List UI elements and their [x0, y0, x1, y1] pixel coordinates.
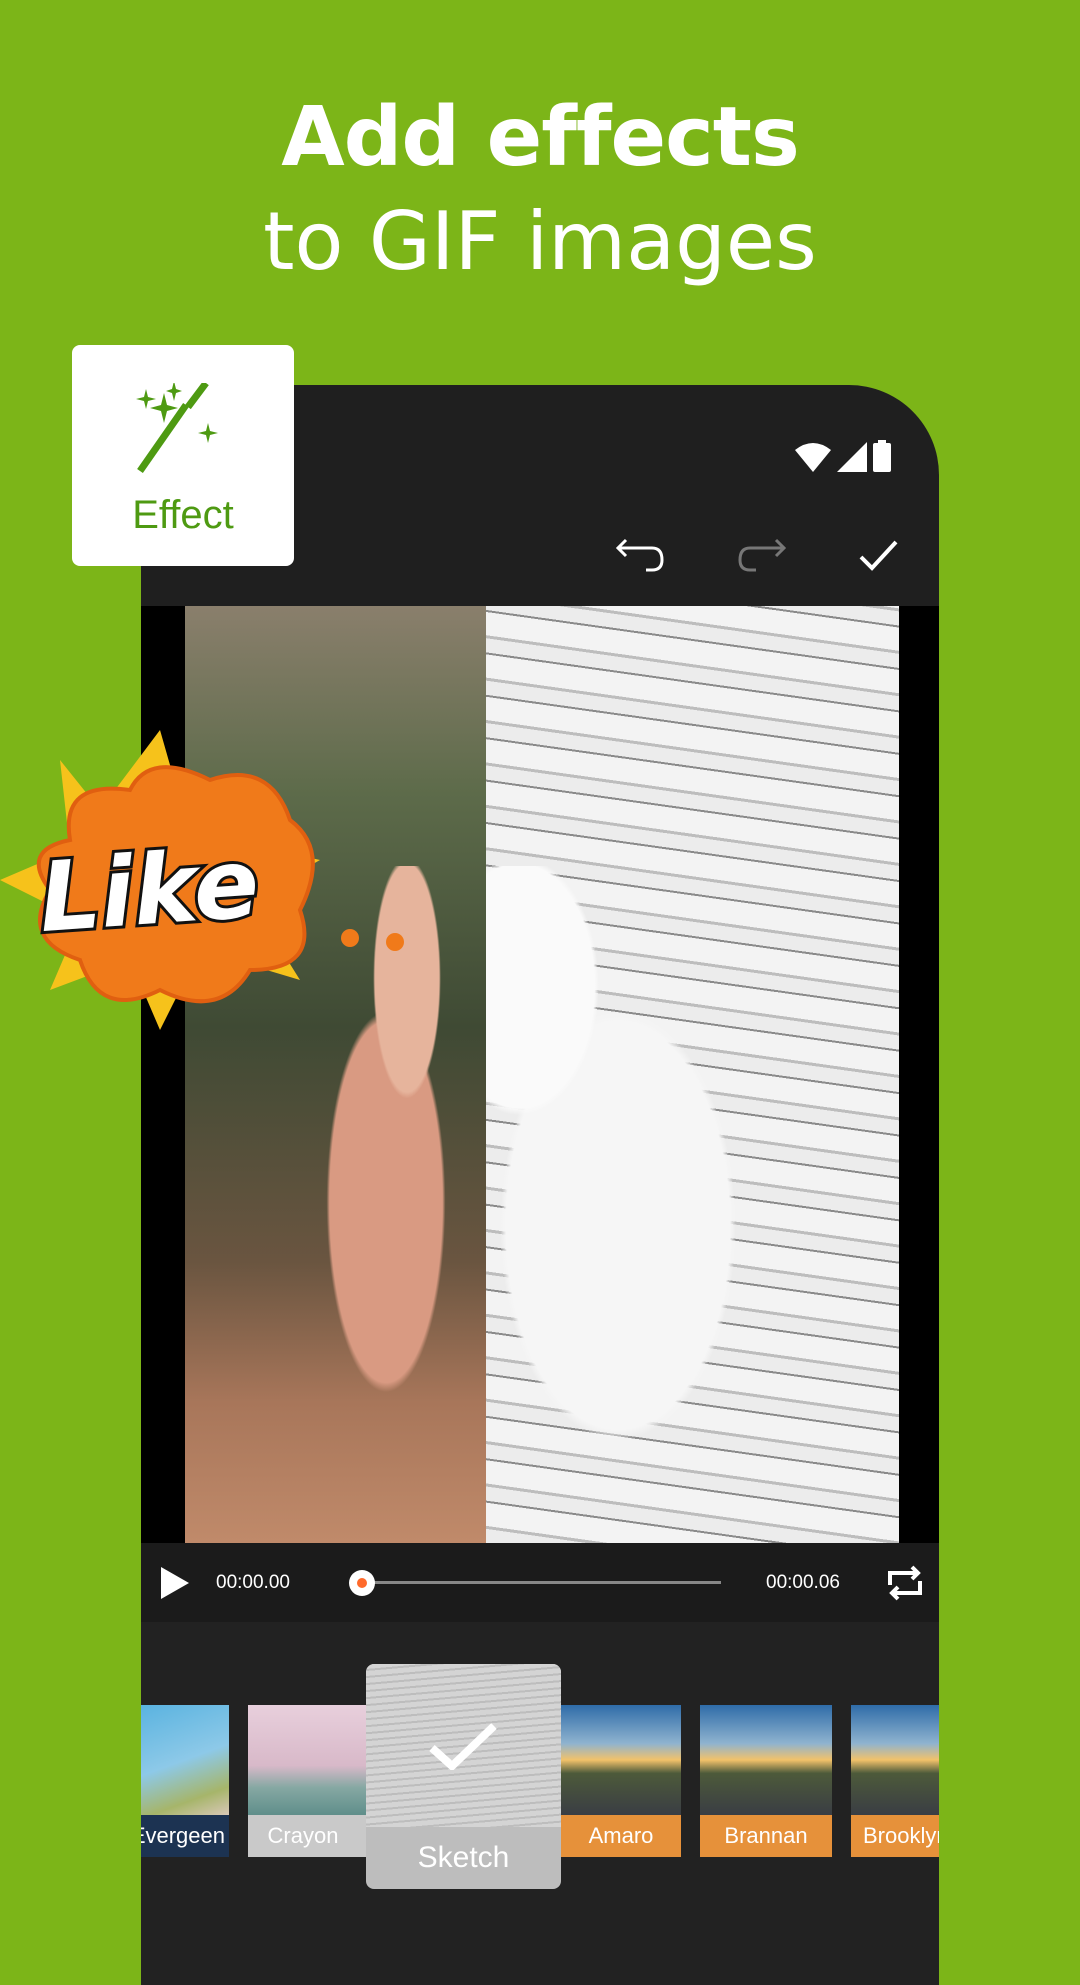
filter-label: Amaro	[561, 1815, 681, 1857]
filter-thumbnail	[851, 1705, 939, 1815]
redo-button[interactable]	[731, 525, 791, 585]
headline-line2: to GIF images	[263, 195, 817, 288]
filter-strip: Evergeen Crayon Amaro Brannan Brooklyn S…	[141, 1622, 939, 1985]
sticker-text: Like	[36, 827, 263, 954]
filter-brannan[interactable]: Brannan	[700, 1705, 832, 1857]
total-time: 00:00.06	[766, 1572, 840, 1593]
seek-bar[interactable]	[361, 1581, 721, 1584]
like-sticker: Like	[0, 730, 404, 1030]
check-icon	[859, 540, 898, 571]
redo-icon	[738, 538, 786, 572]
wifi-icon	[795, 443, 831, 472]
magic-wand-icon	[136, 383, 218, 473]
filter-thumbnail	[700, 1705, 832, 1815]
filter-label: Brannan	[700, 1815, 832, 1857]
loop-icon[interactable]	[886, 1563, 924, 1603]
status-bar	[795, 440, 891, 472]
undo-icon	[616, 538, 664, 572]
filter-label: Evergeen	[141, 1815, 229, 1857]
undo-button[interactable]	[611, 525, 671, 585]
check-icon	[429, 1723, 497, 1770]
filter-thumbnail	[561, 1705, 681, 1815]
filter-thumbnail	[141, 1705, 229, 1815]
phone-mockup: 00:00.00 00:00.06 Evergeen Crayon Amaro …	[141, 385, 939, 1985]
filter-amaro[interactable]: Amaro	[561, 1705, 681, 1857]
player-bar: 00:00.00 00:00.06	[141, 1543, 939, 1622]
subject-sketch	[486, 866, 816, 1466]
seek-handle[interactable]	[349, 1570, 375, 1596]
effect-badge: Effect	[72, 345, 294, 566]
play-icon[interactable]	[159, 1565, 191, 1601]
filter-evergeen[interactable]: Evergeen	[141, 1705, 229, 1857]
filter-label: Sketch	[417, 1841, 510, 1874]
battery-icon	[873, 440, 891, 472]
headline-line1: Add effects	[281, 90, 800, 185]
effect-label: Effect	[132, 493, 234, 537]
current-time: 00:00.00	[216, 1572, 290, 1593]
signal-icon	[837, 442, 867, 472]
apply-button[interactable]	[849, 525, 909, 585]
filter-label: Brooklyn	[851, 1815, 939, 1857]
filter-sketch-selected[interactable]: Sketch	[366, 1664, 561, 1889]
filter-brooklyn[interactable]: Brooklyn	[851, 1705, 939, 1857]
